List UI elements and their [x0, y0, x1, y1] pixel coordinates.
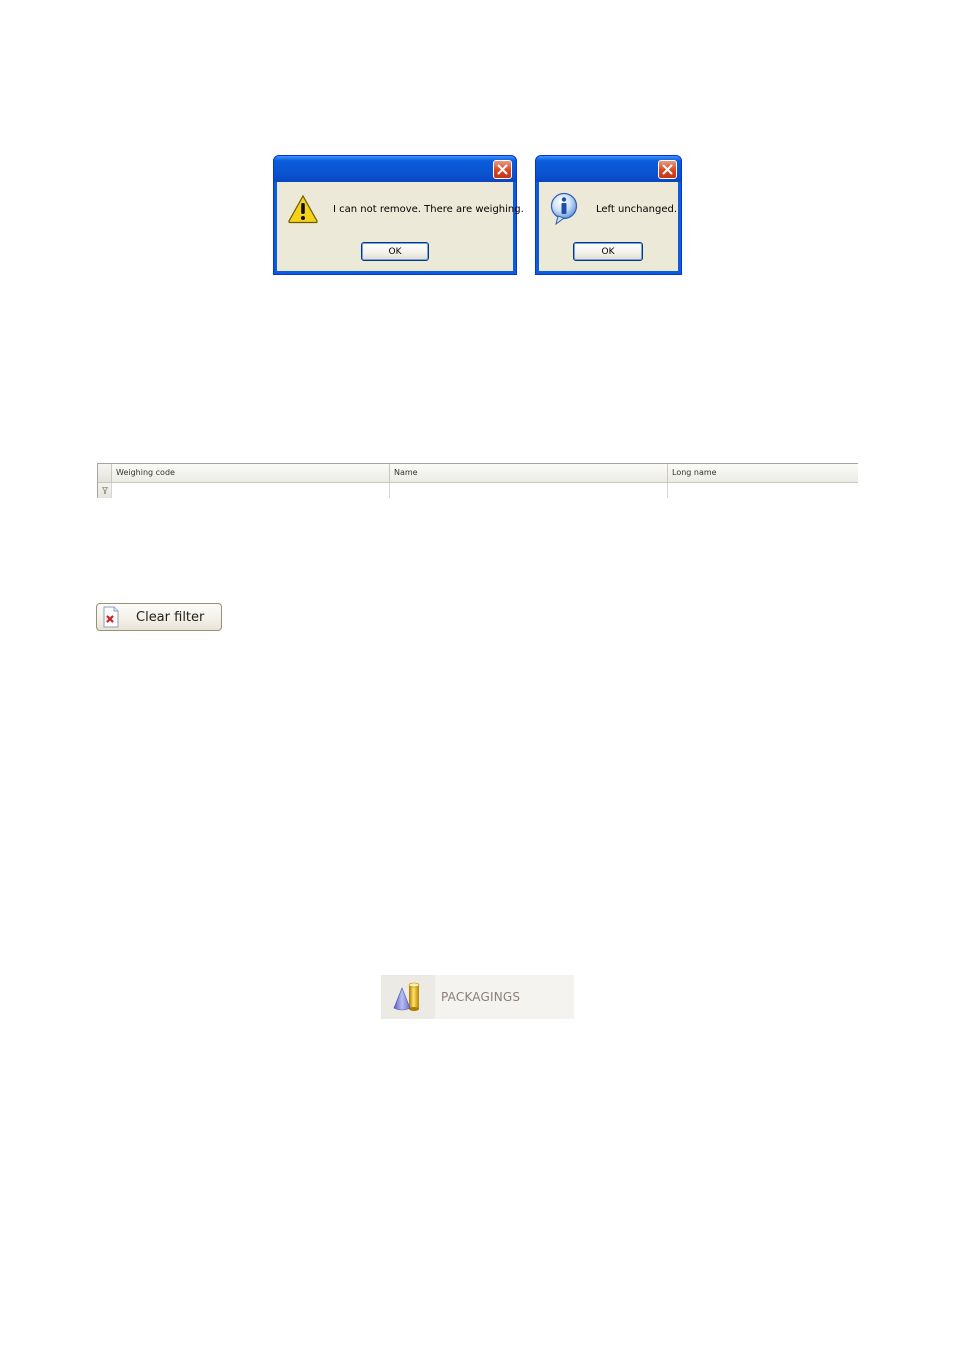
filter-cell-long-name[interactable] [668, 483, 858, 498]
dialog-message: I can not remove. There are weighing. [333, 204, 524, 215]
dialog-message: Left unchanged. [596, 204, 677, 215]
filter-icon [102, 487, 108, 494]
dialog-body: I can not remove. There are weighing. OK [277, 182, 524, 271]
ok-button[interactable]: OK [361, 242, 429, 261]
clear-filter-label: Clear filter [136, 609, 205, 625]
packagings-label: PACKAGINGS [441, 990, 521, 1004]
information-icon [550, 192, 578, 226]
dialog-body: Left unchanged. OK [539, 182, 678, 271]
grid-header-row: Weighing code Name Long name [98, 464, 858, 483]
warning-dialog: I can not remove. There are weighing. OK [273, 155, 524, 275]
column-header-weighing-code[interactable]: Weighing code [112, 464, 390, 482]
close-button[interactable] [658, 160, 677, 179]
weighing-grid: Weighing code Name Long name [97, 463, 858, 498]
column-header-long-name[interactable]: Long name [668, 464, 858, 482]
close-icon [662, 164, 673, 175]
packagings-icon-area [381, 975, 435, 1019]
dialog-titlebar[interactable] [536, 156, 681, 182]
grid-filter-row [98, 483, 858, 498]
dialog-titlebar[interactable] [274, 156, 516, 182]
filter-cell-name[interactable] [390, 483, 668, 498]
filter-row-indicator [98, 483, 112, 498]
clear-filter-icon [102, 606, 120, 628]
warning-icon [288, 194, 318, 224]
filter-cell-weighing-code[interactable] [112, 483, 390, 498]
column-header-name[interactable]: Name [390, 464, 668, 482]
ok-button[interactable]: OK [573, 242, 643, 261]
row-indicator-header [98, 464, 112, 482]
close-button[interactable] [493, 160, 512, 179]
close-icon [497, 164, 508, 175]
info-dialog: Left unchanged. OK [535, 155, 682, 275]
packagings-icon [393, 982, 420, 1011]
packagings-tile[interactable]: PACKAGINGS [381, 975, 574, 1019]
clear-filter-button[interactable]: Clear filter [96, 603, 222, 631]
